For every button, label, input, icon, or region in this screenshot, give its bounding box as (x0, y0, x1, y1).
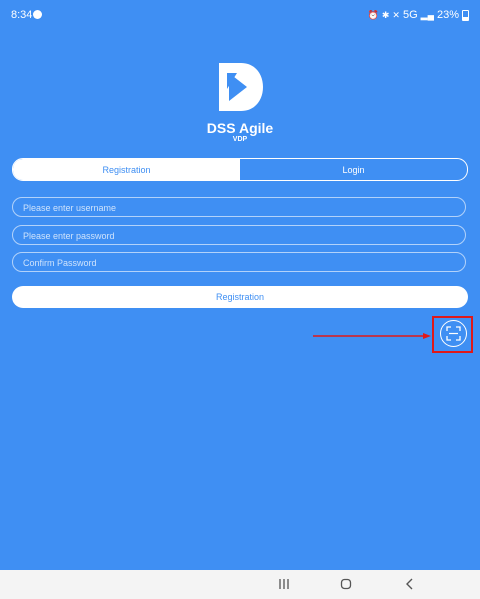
app-subtitle: VDP (232, 136, 248, 143)
bluetooth-icon: ✱ (381, 9, 390, 20)
back-icon[interactable] (404, 578, 416, 590)
confirm-password-field (12, 252, 466, 272)
registration-button[interactable]: Registration (12, 286, 468, 308)
battery-icon (462, 9, 469, 21)
username-field (12, 197, 466, 217)
notification-icon (33, 10, 42, 19)
password-input[interactable] (13, 227, 465, 245)
confirm-password-input[interactable] (13, 254, 465, 272)
home-icon[interactable] (340, 578, 352, 590)
app-logo-icon (219, 63, 263, 111)
scan-qr-icon (446, 326, 461, 341)
recent-apps-icon[interactable] (278, 578, 290, 590)
system-nav-bar (0, 570, 480, 599)
alarm-icon: ⏰ (367, 9, 379, 20)
battery-label: 23% (436, 9, 459, 21)
app-title: DSS Agile (206, 120, 274, 136)
auth-tabs: Registration Login (12, 158, 468, 181)
tab-login[interactable]: Login (240, 159, 467, 180)
status-bar: 8:34 ⏰ ✱ ✕ 5G ▂▄ 23% (0, 0, 480, 30)
network-label: 5G (402, 9, 418, 21)
status-time: 8:34 (11, 9, 33, 21)
scan-button[interactable] (440, 320, 467, 347)
status-indicators: ⏰ ✱ ✕ 5G ▂▄ 23% (368, 9, 469, 21)
mute-icon: ✕ (392, 9, 400, 20)
arrow-annotation-icon (313, 333, 431, 339)
password-field (12, 225, 466, 245)
signal-icon: ▂▄ (420, 9, 434, 20)
tab-registration[interactable]: Registration (13, 159, 240, 180)
username-input[interactable] (13, 199, 465, 217)
